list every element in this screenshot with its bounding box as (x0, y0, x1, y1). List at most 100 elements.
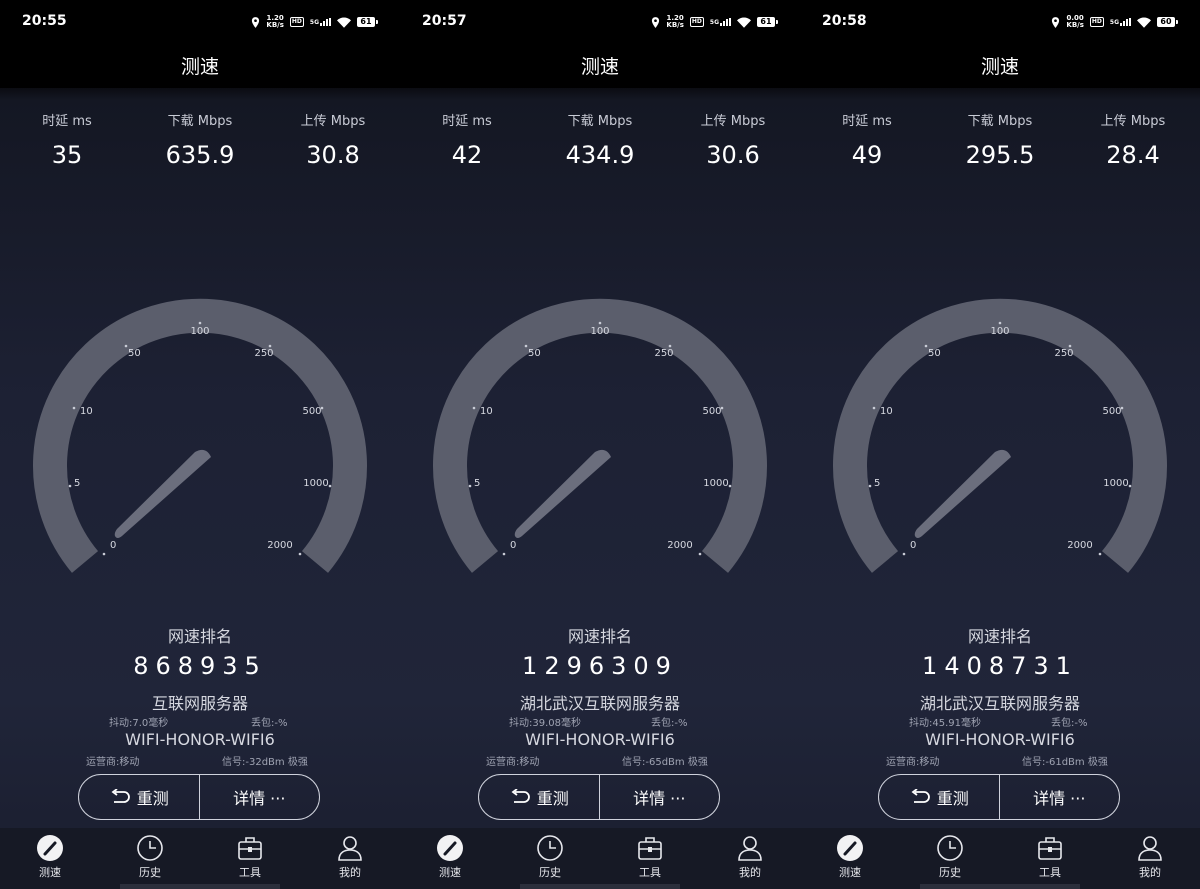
tab-tools[interactable]: 工具 (1020, 834, 1080, 880)
gauge-tick-label: 0 (910, 540, 916, 551)
toolbox-icon (238, 837, 262, 860)
signal-text: 信号:-65dBm 极强 (622, 757, 708, 768)
tab-profile[interactable]: 我的 (720, 834, 780, 880)
tab-label: 测速 (439, 866, 461, 879)
gauge-tick-dot (124, 344, 128, 348)
tab-history[interactable]: 历史 (920, 834, 980, 880)
download-label: 下载 Mbps (567, 114, 633, 129)
gauge-tick-dot (298, 552, 302, 556)
gauge-tick-label: 500 (702, 406, 721, 417)
server-name: 湖北武汉互联网服务器 (519, 694, 680, 713)
gauge-tick-label: 10 (480, 406, 493, 417)
page-title: 测速 (980, 56, 1019, 78)
gauge-tick-dot (68, 484, 72, 488)
speedometer-icon (37, 835, 63, 861)
details-label: 详情 ··· (1033, 789, 1086, 808)
upload-label: 上传 Mbps (300, 114, 366, 129)
gauge-tick-label: 0 (110, 540, 116, 551)
tab-tools[interactable]: 工具 (220, 834, 280, 880)
upload-value: 28.4 (1106, 141, 1160, 169)
action-buttons: 重测 详情 ··· (78, 774, 320, 820)
tab-label: 我的 (739, 866, 761, 879)
carrier-text: 运营商:移动 (886, 757, 940, 768)
user-icon (338, 836, 362, 861)
download-metric: 下载 Mbps 295.5 (935, 110, 1065, 169)
download-label: 下载 Mbps (167, 114, 233, 129)
gauge-tick-label: 250 (654, 348, 673, 359)
location-icon (252, 16, 260, 28)
details-button[interactable]: 详情 ··· (598, 775, 720, 819)
hd-icon: HD (689, 17, 704, 27)
gauge-tick-dot (902, 552, 906, 556)
signal-text: 信号:-61dBm 极强 (1022, 757, 1108, 768)
retest-label: 重测 (536, 789, 569, 808)
upload-metric: 上传 Mbps 28.4 (1068, 110, 1198, 169)
jitter-text: 抖动:7.0毫秒 (109, 718, 169, 729)
latency-value: 49 (851, 141, 883, 169)
tab-speedtest[interactable]: 测速 (20, 834, 80, 880)
undo-icon (111, 789, 130, 803)
rank-label: 网速排名 (567, 627, 632, 646)
retest-button[interactable]: 重测 (79, 775, 199, 819)
tab-speedtest[interactable]: 测速 (420, 834, 480, 880)
tab-label: 工具 (1039, 866, 1061, 879)
tab-tools[interactable]: 工具 (620, 834, 680, 880)
gauge-tick-label: 50 (928, 348, 941, 359)
download-value: 434.9 (565, 141, 635, 169)
gauge-tick-dot (268, 344, 272, 348)
details-button[interactable]: 详情 ··· (198, 775, 320, 819)
wifi-icon (1137, 16, 1151, 28)
upload-label: 上传 Mbps (700, 114, 766, 129)
battery-icon: 60 (1157, 17, 1178, 27)
gauge-tick-dot (872, 406, 876, 410)
gauge-arc (433, 298, 767, 573)
wifi-icon (737, 16, 751, 28)
details-label: 详情 ··· (233, 789, 286, 808)
retest-button[interactable]: 重测 (479, 775, 599, 819)
gauge-needle (514, 449, 611, 538)
gauge-tick-dot (328, 484, 332, 488)
wifi-ssid: WIFI-HONOR-WIFI6 (525, 730, 675, 749)
tab-label: 工具 (239, 866, 261, 879)
signal-5g-icon: 5G (710, 18, 731, 26)
wifi-ssid: WIFI-HONOR-WIFI6 (925, 730, 1075, 749)
tab-speedtest[interactable]: 测速 (820, 834, 880, 880)
gauge-tick-label: 5 (874, 478, 880, 489)
page-title: 测速 (580, 56, 619, 78)
gauge-tick-dot (1128, 484, 1132, 488)
gauge-tick-dot (524, 344, 528, 348)
upload-value: 30.6 (706, 141, 760, 169)
jitter-text: 抖动:39.08毫秒 (509, 718, 581, 729)
page-title: 测速 (180, 56, 219, 78)
latency-value: 35 (51, 141, 83, 169)
gauge-tick-label: 50 (128, 348, 141, 359)
details-button[interactable]: 详情 ··· (998, 775, 1120, 819)
tab-label: 测速 (839, 866, 861, 879)
retest-label: 重测 (936, 789, 969, 808)
home-indicator (520, 884, 680, 889)
network-rate: 1.20 KB/s (266, 14, 284, 29)
tab-history[interactable]: 历史 (520, 834, 580, 880)
signal-text: 信号:-32dBm 极强 (222, 757, 308, 768)
gauge-tick-dot (924, 344, 928, 348)
retest-label: 重测 (136, 789, 169, 808)
tab-profile[interactable]: 我的 (1120, 834, 1180, 880)
upload-metric: 上传 Mbps 30.6 (668, 110, 798, 169)
upload-metric: 上传 Mbps 30.8 (268, 110, 398, 169)
retest-button[interactable]: 重测 (879, 775, 999, 819)
tab-history[interactable]: 历史 (120, 834, 180, 880)
gauge-tick-dot (728, 484, 732, 488)
phone-screen: 20:58 0.00 KB/s HD 5G 60 测速 时延 ms 49 下载 M… (800, 0, 1200, 889)
tab-profile[interactable]: 我的 (320, 834, 380, 880)
speedometer-icon (437, 835, 463, 861)
gauge-tick-dot (998, 321, 1002, 325)
gauge-tick-dot (72, 406, 76, 410)
gauge-tick-dot (1098, 552, 1102, 556)
upload-value: 30.8 (306, 141, 360, 169)
status-bar: 20:57 1.20 KB/s HD 5G 61 (400, 0, 800, 44)
latency-metric: 时延 ms 42 (402, 110, 532, 169)
gauge-tick-label: 50 (528, 348, 541, 359)
hd-icon: HD (289, 17, 304, 27)
latency-value: 42 (451, 141, 483, 169)
battery-icon: 61 (357, 17, 378, 27)
